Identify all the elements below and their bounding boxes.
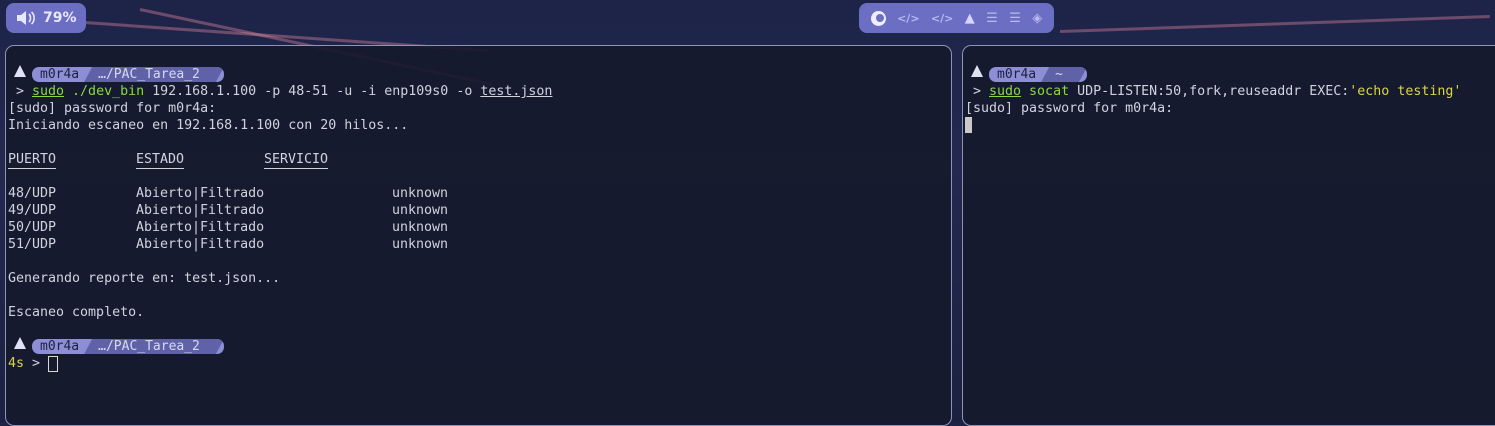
firefox-icon[interactable] xyxy=(870,10,886,26)
table-row: 49/UDP Abierto|Filtrado unknown xyxy=(6,202,951,219)
code-icon[interactable]: </> xyxy=(897,12,919,25)
prompt-line: m0r4a …/PAC_Tarea_2 xyxy=(6,337,951,355)
prompt-path: …/PAC_Tarea_2 xyxy=(84,67,224,82)
stack-icon[interactable]: ◈ xyxy=(1032,11,1042,26)
command-args: UDP-LISTEN:50,fork,reuseaddr EXEC: xyxy=(1069,84,1350,99)
prompt-path: ~ xyxy=(1041,67,1087,82)
prompt-line: m0r4a …/PAC_Tarea_2 xyxy=(6,65,951,83)
prompt-segment: m0r4a …/PAC_Tarea_2 xyxy=(32,339,224,354)
input-line[interactable]: 4s > xyxy=(6,355,951,372)
command-quoted-arg: 'echo testing' xyxy=(1349,84,1462,99)
cell-state: Abierto|Filtrado xyxy=(136,220,265,235)
text-cursor xyxy=(48,356,58,375)
terminal-right[interactable]: m0r4a ~ > sudo socat UDP-LISTEN:50,fork,… xyxy=(962,45,1495,426)
volume-widget[interactable]: 79% xyxy=(6,3,86,33)
command-file: test.json xyxy=(480,84,553,99)
cell-port: 51/UDP xyxy=(8,237,57,252)
arch-icon[interactable]: ▲ xyxy=(965,11,975,26)
prompt-user: m0r4a xyxy=(997,67,1037,82)
done-line: Escaneo completo. xyxy=(8,305,145,320)
volume-level: 79% xyxy=(43,10,77,26)
code-icon[interactable]: </> xyxy=(931,12,953,25)
cell-state: Abierto|Filtrado xyxy=(136,237,265,252)
command-bin: ./dev_bin xyxy=(72,84,145,99)
prompt-symbol: > xyxy=(973,84,982,99)
prompt-line: m0r4a ~ xyxy=(963,65,1495,83)
cell-port: 49/UDP xyxy=(8,203,57,218)
prompt-symbol: > xyxy=(16,84,25,99)
cell-service: unknown xyxy=(392,186,449,201)
prompt-symbol: > xyxy=(32,356,41,371)
text-cursor xyxy=(965,117,972,135)
prompt-segment: m0r4a …/PAC_Tarea_2 xyxy=(32,67,224,82)
workspace-bar: </> </> ▲ ☰ ☰ ◈ xyxy=(859,3,1054,33)
prompt-path: …/PAC_Tarea_2 xyxy=(84,339,224,354)
report-line: Generando reporte en: test.json... xyxy=(8,271,281,286)
cell-state: Abierto|Filtrado xyxy=(136,186,265,201)
list-icon[interactable]: ☰ xyxy=(1009,11,1021,26)
header-estado: ESTADO xyxy=(136,152,185,169)
header-puerto: PUERTO xyxy=(8,152,57,169)
header-servicio: SERVICIO xyxy=(264,152,329,169)
prompt-segment: m0r4a ~ xyxy=(989,67,1087,82)
table-row: 50/UDP Abierto|Filtrado unknown xyxy=(6,219,951,236)
scan-start-line: Iniciando escaneo en 192.168.1.100 con 2… xyxy=(8,118,409,133)
cell-service: unknown xyxy=(392,220,449,235)
list-icon[interactable]: ☰ xyxy=(986,11,998,26)
command-line: > sudo ./dev_bin 192.168.1.100 -p 48-51 … xyxy=(6,83,951,100)
sudo-token: sudo xyxy=(989,84,1022,99)
command-args: 192.168.1.100 -p 48-51 -u -i enp109s0 -o xyxy=(144,84,481,99)
terminal-left[interactable]: m0r4a …/PAC_Tarea_2 > sudo ./dev_bin 192… xyxy=(5,45,952,426)
sudo-token: sudo xyxy=(32,84,65,99)
sudo-password-line: [sudo] password for m0r4a: xyxy=(965,101,1174,116)
cell-service: unknown xyxy=(392,203,449,218)
command-line: > sudo socat UDP-LISTEN:50,fork,reuseadd… xyxy=(963,83,1495,100)
table-row: 51/UDP Abierto|Filtrado unknown xyxy=(6,236,951,253)
cell-state: Abierto|Filtrado xyxy=(136,203,265,218)
prompt-user: m0r4a xyxy=(40,67,80,82)
cell-port: 50/UDP xyxy=(8,220,57,235)
table-row: 48/UDP Abierto|Filtrado unknown xyxy=(6,185,951,202)
prompt-user: m0r4a xyxy=(40,339,80,354)
wallpaper-stripe xyxy=(1059,14,1490,33)
cell-service: unknown xyxy=(392,237,449,252)
command-duration: 4s xyxy=(8,356,25,371)
sudo-password-line: [sudo] password for m0r4a: xyxy=(8,101,217,116)
command-bin: socat xyxy=(1029,84,1070,99)
speaker-icon xyxy=(17,11,35,25)
cell-port: 48/UDP xyxy=(8,186,57,201)
table-header: PUERTO ESTADO SERVICIO xyxy=(6,151,951,169)
